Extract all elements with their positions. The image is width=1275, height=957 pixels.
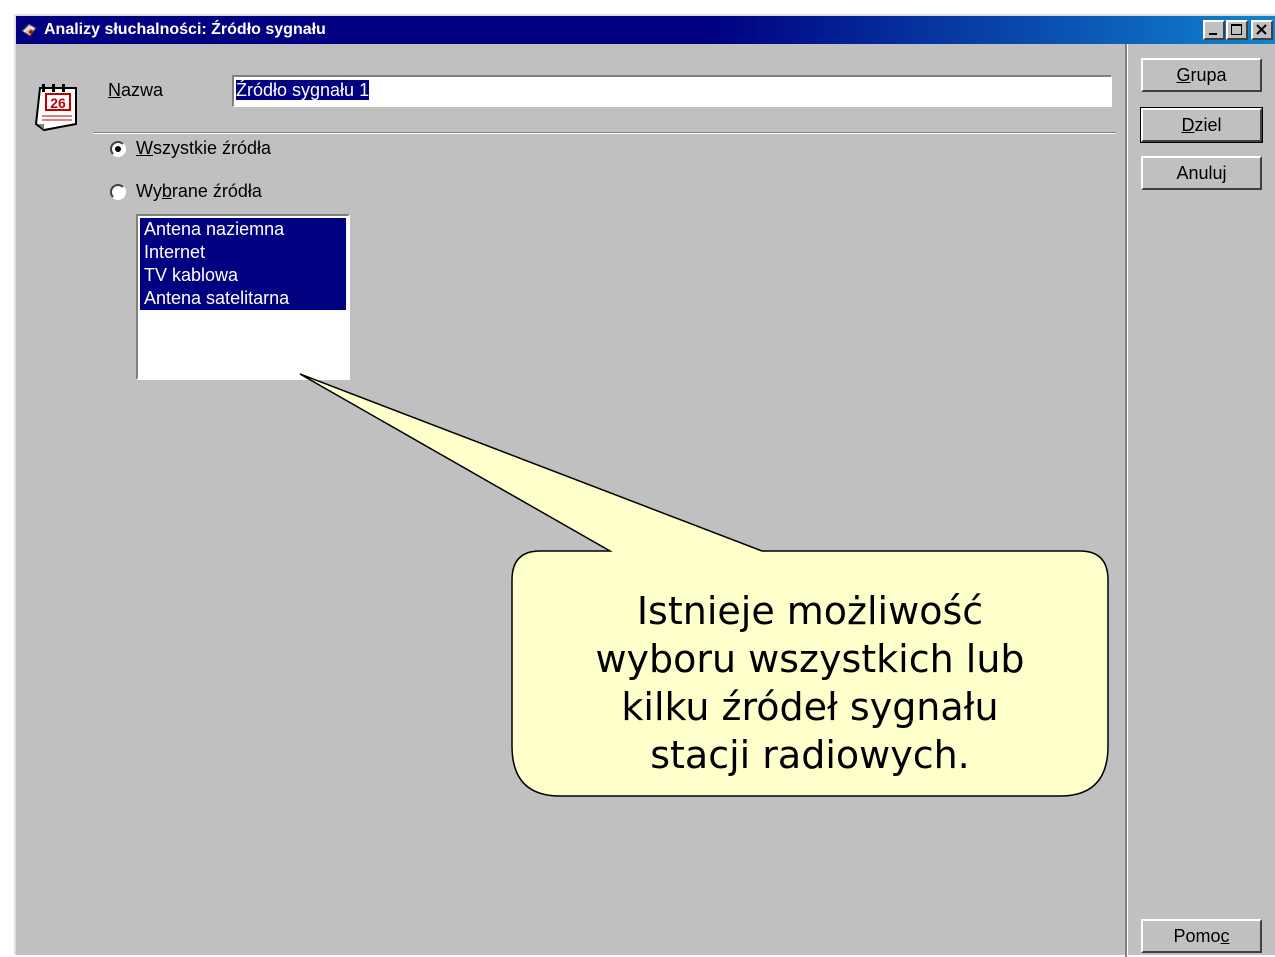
name-input-value: Źródło sygnału 1 [236,80,370,100]
close-icon [1256,24,1267,35]
callout-line: kilku źródeł sygnału [621,685,999,729]
callout-text: Istnieje możliwość wyboru wszystkich lub… [512,570,1108,796]
list-item[interactable]: Internet [140,241,346,264]
radio-all-label: Wszystkie źródła [136,138,272,158]
anuluj-button-label: Anuluj [1176,162,1227,183]
sources-listbox[interactable]: Antena naziemna Internet TV kablowa Ante… [136,214,350,380]
window-title: Analizy słuchalności: Źródło sygnału [44,21,326,38]
calendar-icon: 26 [34,84,77,132]
title-bar[interactable]: Analizy słuchalności: Źródło sygnału [16,16,1275,44]
window-controls [1202,20,1273,40]
minimize-icon [1209,33,1217,35]
anuluj-button[interactable]: Anuluj [1141,156,1262,190]
callout-line: Istnieje możliwość [636,589,984,633]
radio-all-indicator[interactable] [110,140,126,157]
separator [94,132,1116,134]
maximize-button[interactable] [1226,20,1248,40]
form-area: 26 Nazwa Źródło sygnału 1 Wszystkie źród… [16,44,1125,955]
grupa-button-label: Grupa [1176,64,1227,85]
button-panel: Grupa Dziel Anuluj Pomoc [1125,44,1275,957]
dialog-window: Analizy słuchalności: Źródło sygnału 26 … [14,14,1275,957]
radio-selected-indicator[interactable] [110,183,126,200]
radio-all-sources[interactable]: Wszystkie źródła [110,138,271,159]
name-label: Nazwa [108,80,164,100]
minimize-button[interactable] [1203,20,1225,40]
radio-selected-sources[interactable]: Wybrane źródła [110,181,262,202]
app-icon [21,23,37,37]
svg-text:26: 26 [50,95,66,111]
pomoc-button-label: Pomoc [1173,925,1230,946]
maximize-icon [1231,24,1242,35]
dziel-button-label: Dziel [1181,114,1222,135]
dziel-button[interactable]: Dziel [1140,107,1263,143]
callout-line: stacji radiowych. [650,733,970,777]
list-item[interactable]: TV kablowa [140,264,346,287]
name-input[interactable]: Źródło sygnału 1 [232,75,1112,107]
grupa-button[interactable]: Grupa [1141,58,1262,92]
callout-line: wyboru wszystkich lub [595,637,1025,681]
list-item[interactable]: Antena satelitarna [140,287,346,310]
radio-selected-label: Wybrane źródła [136,181,262,201]
close-button[interactable] [1251,20,1273,40]
list-item[interactable]: Antena naziemna [140,218,346,241]
pomoc-button[interactable]: Pomoc [1141,919,1262,953]
